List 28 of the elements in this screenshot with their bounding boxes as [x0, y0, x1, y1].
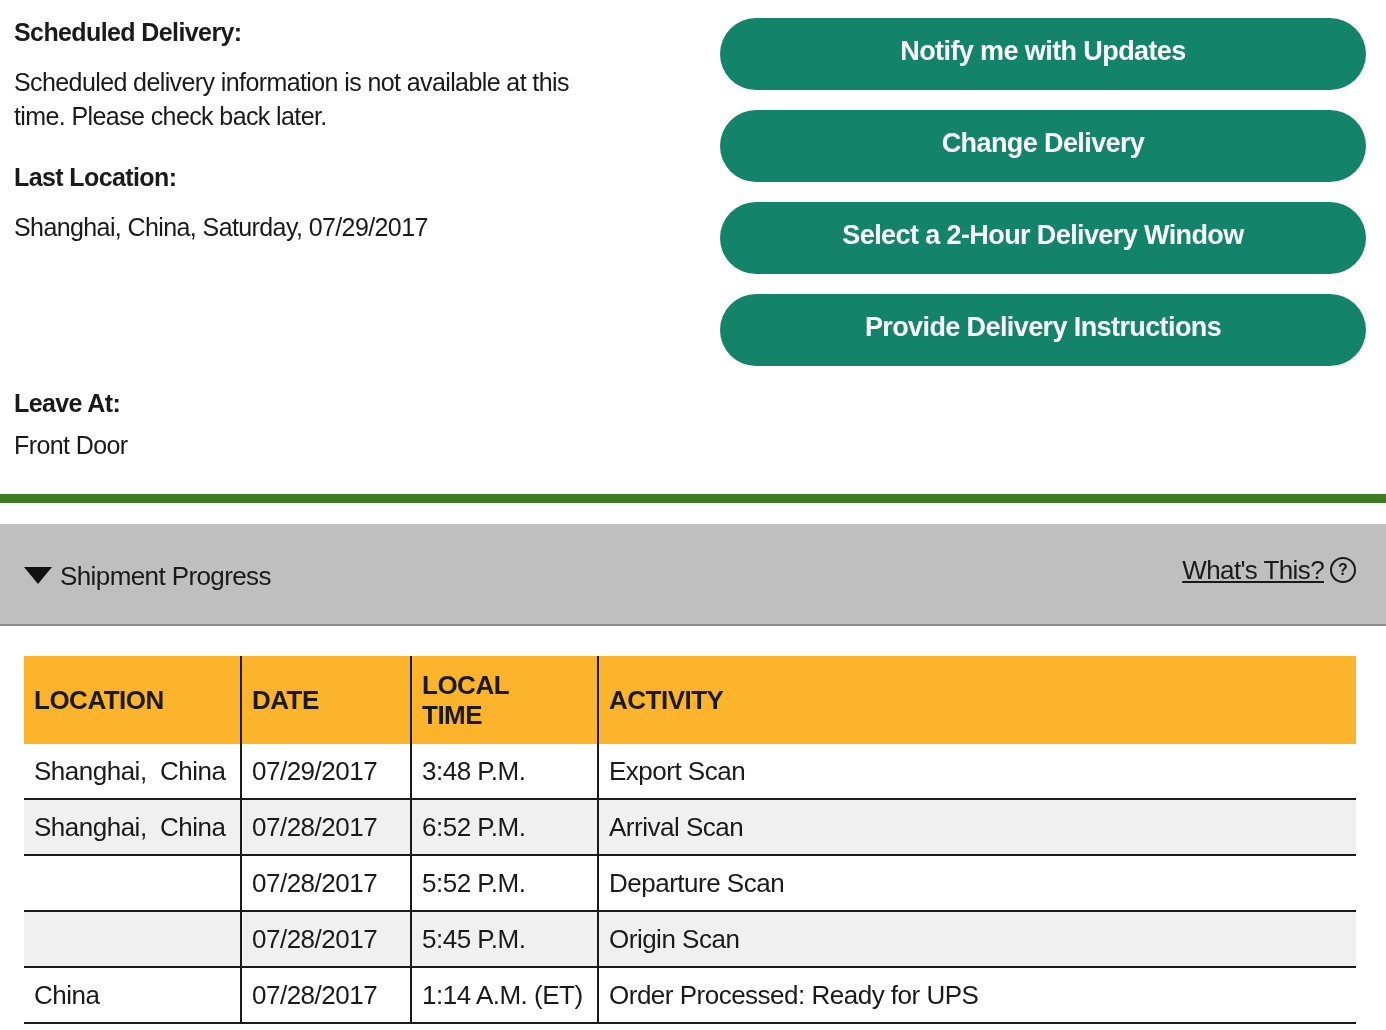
table-cell: Arrival Scan	[598, 799, 1356, 855]
table-cell: Order Processed: Ready for UPS	[598, 967, 1356, 1023]
help-icon[interactable]: ?	[1330, 557, 1356, 583]
table-cell: 5:45 P.M.	[411, 911, 598, 967]
field-value: Front Door	[14, 430, 128, 461]
action-button[interactable]: Select a 2-Hour Delivery Window	[720, 202, 1366, 274]
table-cell: Shanghai, China	[24, 799, 241, 855]
field-value: Scheduled delivery information is not available at this time. Please check back later.	[14, 67, 570, 132]
table-cell: 07/28/2017	[241, 911, 411, 967]
table-cell: 6:52 P.M.	[411, 799, 598, 855]
table-cell: Origin Scan	[598, 911, 1356, 967]
field-value: Shanghai, China, Saturday, 07/29/2017	[14, 212, 428, 243]
field-label: Leave At:	[14, 389, 121, 418]
table-cell: 07/28/2017	[241, 799, 411, 855]
action-button[interactable]: Provide Delivery Instructions	[720, 294, 1366, 366]
action-button[interactable]: Change Delivery	[720, 110, 1366, 182]
help-link[interactable]: What's This?	[1182, 554, 1324, 586]
field-label: Last Location:	[14, 163, 177, 192]
field-label: Scheduled Delivery:	[14, 18, 242, 47]
table-cell: China	[24, 967, 241, 1023]
action-button[interactable]: Notify me with Updates	[720, 18, 1366, 90]
table-cell: 1:14 A.M. (ET)	[411, 967, 598, 1023]
column-header: DATE	[241, 656, 411, 744]
section-toggle[interactable]: Shipment Progress	[24, 560, 271, 592]
column-header: LOCAL TIME	[411, 656, 598, 744]
column-header: LOCATION	[24, 656, 241, 744]
column-header: ACTIVITY	[598, 656, 1356, 744]
table-cell: 07/28/2017	[241, 967, 411, 1023]
